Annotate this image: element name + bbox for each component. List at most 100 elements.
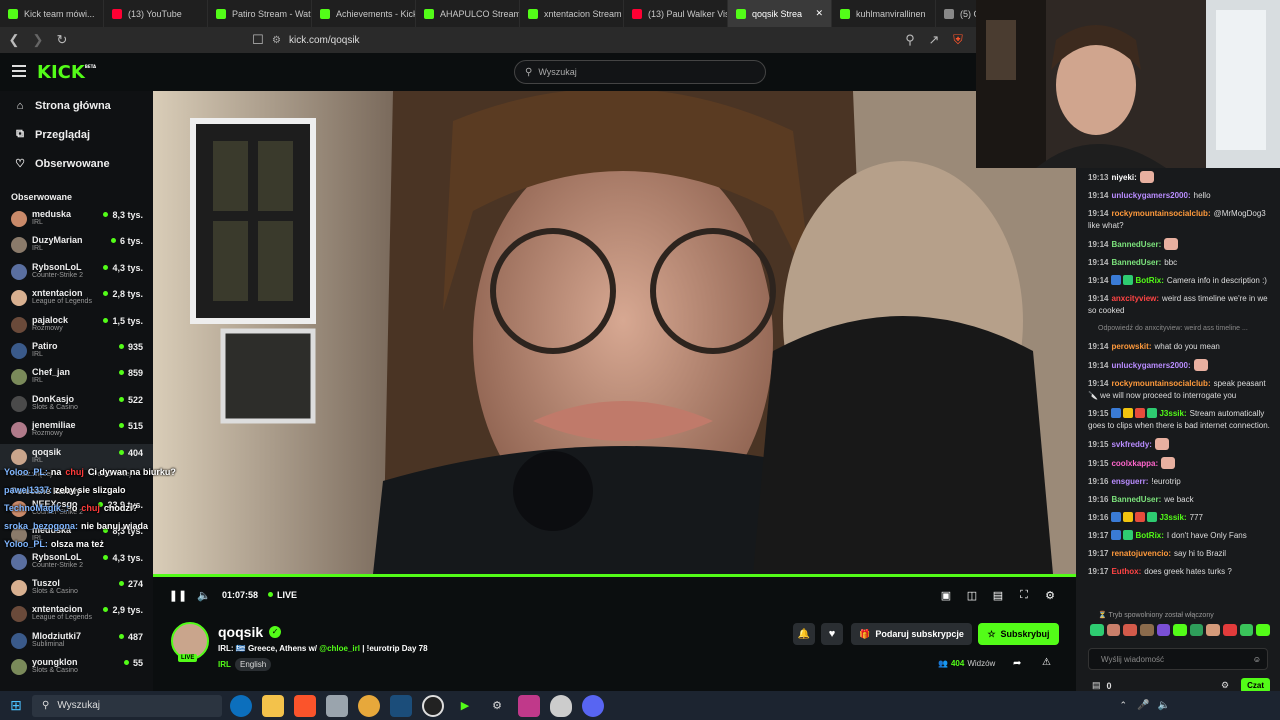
speaker-icon[interactable]: 🔈	[1158, 700, 1170, 711]
chat-username[interactable]: unluckygamers2000:	[1111, 191, 1190, 200]
video-player[interactable]	[153, 91, 1076, 574]
channel-item[interactable]: Mlodziutki7 Subliminal 487	[0, 628, 153, 654]
emote[interactable]	[1223, 624, 1237, 636]
shield-icon[interactable]	[550, 694, 572, 717]
zoom-icon[interactable]: ⚲	[900, 30, 920, 50]
browser-tab[interactable]: (13) YouTube	[104, 0, 208, 27]
notification-bell-button[interactable]: 🔔	[793, 623, 815, 645]
browser-tab[interactable]: kuhlmanvirallinen	[832, 0, 936, 27]
emote[interactable]	[1239, 624, 1254, 636]
share-icon[interactable]: ➦	[1013, 658, 1021, 669]
channel-item[interactable]: Chef_jan IRL 859	[0, 364, 153, 390]
chat-username[interactable]: niyeki:	[1111, 173, 1136, 182]
channel-name[interactable]: qoqsik	[218, 624, 263, 640]
brave-shield-icon[interactable]: ⛨	[948, 30, 968, 50]
channel-item[interactable]: xntentacion League of Legends 2,8 tys.	[0, 285, 153, 311]
mini-player-icon[interactable]: ▣	[936, 585, 956, 605]
browser-tab[interactable]: qoqsik Strea ✕	[728, 0, 832, 27]
chat-username[interactable]: rockymountainsocialclub:	[1111, 209, 1210, 218]
kick-logo[interactable]: KICKBETA	[37, 62, 96, 83]
points-icon[interactable]: ▤	[1092, 680, 1101, 691]
windows-start-icon[interactable]: ⊞	[5, 695, 27, 717]
channel-item[interactable]: xntentacion League of Legends 2,9 tys.	[0, 601, 153, 627]
browser-tab[interactable]: Kick team mówi...	[0, 0, 104, 27]
chat-username[interactable]: Euthox:	[1111, 567, 1141, 576]
tray-chevron-icon[interactable]: ⌃	[1120, 700, 1128, 711]
emote[interactable]	[1173, 624, 1187, 636]
settings-icon[interactable]: ⚙	[1040, 585, 1060, 605]
channel-item[interactable]: RybsonLoL Counter-Strike 2 4,3 tys.	[0, 259, 153, 285]
chat-settings-icon[interactable]: ⚙	[1221, 680, 1229, 691]
browser-tab[interactable]: (13) Paul Walker Vis	[624, 0, 728, 27]
chat-username[interactable]: svkfreddy:	[1111, 440, 1151, 449]
volume-icon[interactable]: 🔈	[194, 585, 214, 605]
search-input[interactable]: ⚲ Wyszukaj	[514, 60, 766, 84]
chrome-icon[interactable]	[358, 694, 380, 717]
channel-item[interactable]: RybsonLoL Counter-Strike 2 4,3 tys.	[0, 549, 153, 575]
channel-item[interactable]: jenemiliae Rozmowy 515	[0, 417, 153, 443]
emote[interactable]	[1189, 624, 1204, 636]
bookmark-icon[interactable]: ☐	[248, 30, 268, 50]
channel-item[interactable]: Patiro IRL 935	[0, 338, 153, 364]
nav-item[interactable]: ⧉ Przeglądaj	[0, 120, 153, 149]
site-info-icon[interactable]: ⚙	[272, 35, 281, 46]
browser-tab[interactable]: xntentacion Stream	[520, 0, 624, 27]
chat-username[interactable]: rockymountainsocialclub:	[1111, 379, 1210, 388]
language-tag[interactable]: English	[235, 658, 272, 671]
nav-item[interactable]: ♡ Obserwowane	[0, 149, 153, 178]
reload-icon[interactable]: ↻	[52, 30, 72, 50]
forward-icon[interactable]: ❯	[28, 30, 48, 50]
emoji-icon[interactable]: ☺	[1253, 655, 1261, 664]
file-explorer-icon[interactable]	[262, 694, 284, 717]
address-bar[interactable]: ⚙ kick.com/qoqsik	[272, 30, 992, 50]
chat-username[interactable]: coolxkappa:	[1111, 459, 1158, 468]
mention-link[interactable]: @chloe_irl	[319, 644, 360, 653]
channel-item[interactable]: pajalock Rozmowy 1,5 tys.	[0, 312, 153, 338]
discord-icon[interactable]	[582, 694, 604, 717]
taskbar-search[interactable]: ⚲ Wyszukaj	[32, 694, 222, 717]
chat-username[interactable]: J3ssik:	[1159, 513, 1186, 522]
obs-icon[interactable]	[422, 694, 444, 717]
emote[interactable]	[1090, 624, 1104, 636]
pip-icon[interactable]: ◫	[962, 585, 982, 605]
emote[interactable]	[1139, 624, 1154, 636]
close-tab-icon[interactable]: ✕	[815, 8, 823, 19]
channel-item[interactable]: DuzyMarian IRL 6 tys.	[0, 232, 153, 258]
channel-item[interactable]: meduska IRL 8,3 tys.	[0, 206, 153, 232]
channel-item[interactable]: qoqsik IRL 404	[0, 443, 153, 470]
menu-icon[interactable]	[12, 65, 26, 77]
chat-username[interactable]: BannedUser:	[1111, 495, 1161, 504]
nav-item[interactable]: ⌂ Strona główna	[0, 91, 153, 120]
share-icon[interactable]: ↗	[924, 30, 944, 50]
chat-input[interactable]: Wyślij wiadomość ☺	[1088, 648, 1268, 670]
app-icon[interactable]	[518, 694, 540, 717]
chat-username[interactable]: unluckygamers2000:	[1111, 361, 1190, 370]
files-icon[interactable]	[326, 694, 348, 717]
follow-heart-button[interactable]: ♥	[821, 623, 843, 645]
gift-subscription-button[interactable]: 🎁 Podaruj subskrypcje	[851, 623, 972, 645]
emote[interactable]	[1206, 624, 1221, 636]
report-icon[interactable]: ⚠	[1042, 657, 1051, 668]
edge-icon[interactable]	[230, 694, 252, 717]
chat-username[interactable]: J3ssik:	[1159, 409, 1186, 418]
browser-tab[interactable]: Achievements - Kick	[312, 0, 416, 27]
theater-mode-icon[interactable]: ▤	[988, 585, 1008, 605]
category-link[interactable]: IRL	[218, 660, 231, 669]
chat-username[interactable]: perowskit:	[1111, 342, 1151, 351]
emote[interactable]	[1156, 624, 1171, 636]
chat-username[interactable]: BotRix:	[1135, 531, 1163, 540]
chat-username[interactable]: BotRix:	[1135, 276, 1163, 285]
channel-item[interactable]: DonKasjo Slots & Casino 522	[0, 391, 153, 417]
emote[interactable]	[1106, 624, 1121, 636]
pause-icon[interactable]: ❚❚	[168, 585, 188, 605]
microphone-icon[interactable]: 🎤	[1137, 700, 1149, 711]
chat-username[interactable]: BannedUser:	[1111, 240, 1161, 249]
emote[interactable]	[1123, 624, 1137, 636]
settings-icon[interactable]: ⚙	[486, 695, 508, 717]
chat-username[interactable]: renatojuvencio:	[1111, 549, 1171, 558]
steam-icon[interactable]	[390, 694, 412, 717]
browser-tab[interactable]: AHAPULCO Stream	[416, 0, 520, 27]
chat-username[interactable]: anxcityview:	[1111, 294, 1159, 303]
chat-username[interactable]: ensguerr:	[1111, 477, 1148, 486]
back-icon[interactable]: ❮	[4, 30, 24, 50]
